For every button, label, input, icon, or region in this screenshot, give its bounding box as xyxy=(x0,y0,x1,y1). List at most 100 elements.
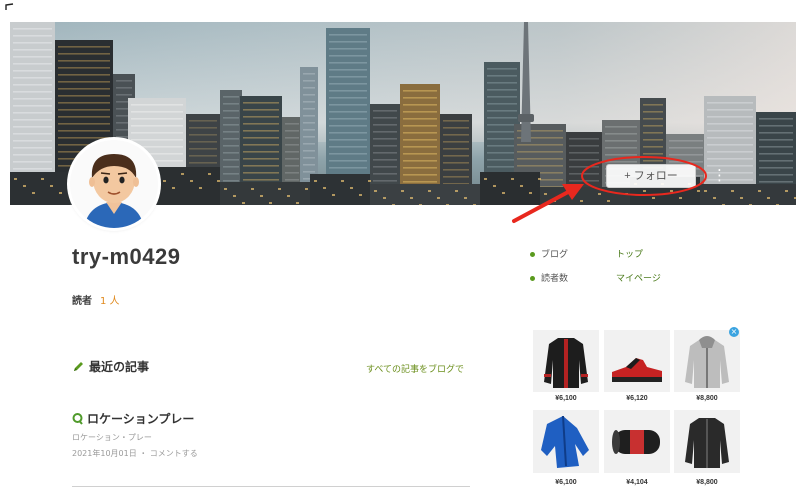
window-light xyxy=(233,195,236,197)
window-light xyxy=(740,197,743,199)
building-windows xyxy=(569,166,599,168)
building-windows xyxy=(487,166,517,168)
building-windows xyxy=(189,127,217,129)
ad-item[interactable] xyxy=(533,330,599,392)
building-windows xyxy=(131,139,183,141)
divider xyxy=(72,486,470,487)
window-light xyxy=(368,180,371,182)
window-light xyxy=(59,192,62,194)
window-light xyxy=(713,197,716,199)
building-windows xyxy=(329,118,367,120)
window-light xyxy=(511,178,514,180)
building-windows xyxy=(303,80,315,82)
window-light xyxy=(359,194,362,196)
window-light xyxy=(571,193,574,195)
building-windows xyxy=(329,34,367,36)
building-windows xyxy=(243,102,279,104)
building-windows xyxy=(58,60,110,62)
building-windows xyxy=(223,103,239,105)
info-value-link[interactable]: トップ xyxy=(616,247,643,260)
building-windows xyxy=(759,132,793,134)
building-windows xyxy=(13,105,52,107)
close-icon[interactable]: × xyxy=(729,327,739,337)
window-light xyxy=(529,192,532,194)
window-light xyxy=(767,197,770,199)
building-windows xyxy=(487,82,517,84)
reader-count-value[interactable]: 1 人 xyxy=(100,296,120,307)
window-light xyxy=(776,204,779,205)
location-icon xyxy=(72,413,83,425)
window-light xyxy=(749,204,752,205)
building-windows xyxy=(403,125,437,127)
building-windows xyxy=(58,116,110,118)
window-light xyxy=(32,192,35,194)
building-windows xyxy=(403,167,437,169)
ad-item[interactable] xyxy=(604,330,670,392)
building-windows xyxy=(58,123,110,125)
building-windows xyxy=(285,179,299,181)
ad-item[interactable] xyxy=(674,410,740,473)
foreground-building xyxy=(10,172,70,205)
building-windows xyxy=(13,77,52,79)
building-windows xyxy=(569,180,599,182)
building-windows xyxy=(13,147,52,149)
building-windows xyxy=(403,90,437,92)
window-light xyxy=(278,188,281,190)
building-windows xyxy=(669,147,703,149)
building-windows xyxy=(223,173,239,175)
building-windows xyxy=(13,126,52,128)
window-light xyxy=(172,187,175,189)
building-windows xyxy=(403,146,437,148)
black-red-jacket-icon xyxy=(544,338,588,388)
building-windows xyxy=(403,104,437,106)
info-value-link[interactable]: マイページ xyxy=(616,271,661,284)
article-title[interactable]: ロケーションプレー xyxy=(72,410,470,427)
building-windows xyxy=(13,168,52,170)
building-windows xyxy=(373,173,397,175)
window-light xyxy=(314,180,317,182)
foreground-building xyxy=(150,167,220,205)
building-windows xyxy=(443,148,469,150)
building-windows xyxy=(13,119,52,121)
ad-item[interactable] xyxy=(533,410,599,473)
building-windows xyxy=(58,46,110,48)
building-windows xyxy=(517,165,563,167)
follow-button[interactable]: + フォロー xyxy=(606,164,696,188)
info-row-blog[interactable]: ブログ トップ xyxy=(530,247,643,260)
window-light xyxy=(23,185,26,187)
building-windows xyxy=(707,130,753,132)
building-windows xyxy=(243,130,279,132)
window-light xyxy=(652,197,655,199)
article-list-item[interactable]: ロケーションプレー ロケーション・プレー 2021年10月01日 ・ コメントす… xyxy=(72,410,470,459)
building-windows xyxy=(223,145,239,147)
window-light xyxy=(392,204,395,205)
info-row-readers[interactable]: 読者数 マイページ xyxy=(530,271,661,284)
ad-item-price: ¥6,120 xyxy=(626,395,648,402)
avatar[interactable] xyxy=(70,140,158,228)
building-windows xyxy=(116,87,132,89)
more-vertical-icon[interactable]: ⋮ xyxy=(712,163,727,187)
window-light xyxy=(437,197,440,199)
ad-item[interactable] xyxy=(604,410,670,473)
article-meta: 2021年10月01日 ・ コメントする xyxy=(72,449,198,458)
window-light xyxy=(607,200,610,202)
blue-jacket-icon xyxy=(541,415,589,468)
building-windows xyxy=(569,173,599,175)
building-windows xyxy=(403,97,437,99)
ad-item[interactable] xyxy=(674,330,740,392)
building-windows xyxy=(403,139,437,141)
window-light xyxy=(260,195,263,197)
building-windows xyxy=(329,111,367,113)
window-light xyxy=(401,190,404,192)
building-windows xyxy=(131,104,183,106)
building-windows xyxy=(443,155,469,157)
window-light xyxy=(224,188,227,190)
bullet-icon xyxy=(530,252,535,257)
building-windows xyxy=(131,132,183,134)
window-light xyxy=(190,180,193,182)
all-posts-link[interactable]: すべての記事をブログで xyxy=(366,362,464,375)
building-windows xyxy=(403,118,437,120)
building-windows xyxy=(131,125,183,127)
info-label: 読者数 xyxy=(541,274,569,284)
window-light xyxy=(722,204,725,205)
